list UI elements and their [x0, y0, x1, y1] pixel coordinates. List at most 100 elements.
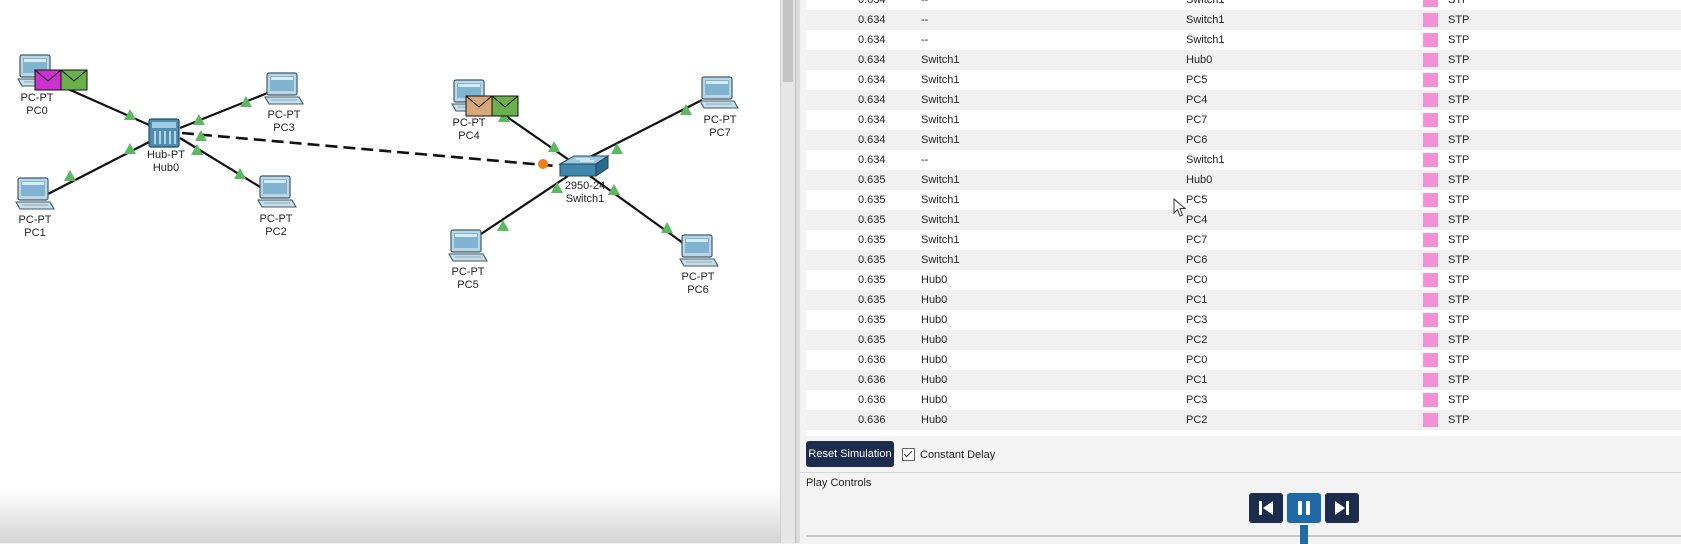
event-row[interactable]: 0.635 Hub0 PC0 STP — [806, 270, 1681, 290]
event-row[interactable]: 0.635 Hub0 PC3 STP — [806, 310, 1681, 330]
event-row[interactable]: 0.635 Hub0 PC1 STP — [806, 290, 1681, 310]
event-row[interactable]: 0.635 Switch1 PC6 STP — [806, 250, 1681, 270]
event-color-swatch[interactable] — [1423, 113, 1438, 127]
event-color-swatch[interactable] — [1423, 213, 1438, 227]
event-row[interactable]: 0.635 Switch1 Hub0 STP — [806, 170, 1681, 190]
event-color-swatch[interactable] — [1423, 133, 1438, 147]
event-time: 0.634 — [858, 74, 886, 86]
event-color-swatch[interactable] — [1423, 33, 1438, 47]
event-row[interactable]: 0.634 -- Switch1 STP — [806, 150, 1681, 170]
event-color-swatch[interactable] — [1423, 53, 1438, 67]
event-at-device: Switch1 — [1186, 154, 1225, 166]
panel-splitter[interactable] — [796, 0, 800, 543]
event-row[interactable]: 0.636 Hub0 PC0 STP — [806, 350, 1681, 370]
event-color-swatch[interactable] — [1423, 393, 1438, 407]
step-back-button[interactable] — [1249, 493, 1283, 523]
event-last-device: Switch1 — [921, 214, 960, 226]
pc5-device[interactable] — [448, 229, 488, 262]
event-last-device: -- — [921, 0, 929, 6]
event-last-device: Hub0 — [921, 274, 948, 286]
event-at-device: PC5 — [1186, 194, 1208, 206]
pc4-envelopes[interactable] — [465, 95, 519, 117]
event-type: STP — [1448, 134, 1470, 146]
event-color-swatch[interactable] — [1423, 233, 1438, 247]
event-at-device: PC1 — [1186, 374, 1208, 386]
step-forward-button[interactable] — [1325, 493, 1359, 523]
hub0-device[interactable] — [148, 118, 180, 148]
event-color-swatch[interactable] — [1423, 0, 1438, 7]
event-row[interactable]: 0.634 Switch1 PC7 STP — [806, 110, 1681, 130]
event-type: STP — [1448, 294, 1470, 306]
event-type: STP — [1448, 414, 1470, 426]
workspace-scrollbar[interactable] — [780, 0, 796, 543]
event-color-swatch[interactable] — [1423, 413, 1438, 427]
event-type: STP — [1448, 374, 1470, 386]
event-list-table[interactable]: 0.634 -- Switch1 STP 0.634 -- Switch1 STP 0.634 -… — [806, 0, 1681, 437]
checkbox-checked-icon[interactable] — [902, 448, 915, 461]
scrollbar-thumb[interactable] — [783, 0, 793, 82]
event-row[interactable]: 0.634 -- Switch1 STP — [806, 0, 1681, 10]
event-row[interactable]: 0.634 Switch1 PC6 STP — [806, 130, 1681, 150]
pause-button[interactable] — [1287, 493, 1321, 523]
event-color-swatch[interactable] — [1423, 273, 1438, 287]
pc4-label: PC-PT PC4 — [452, 117, 486, 142]
event-type: STP — [1448, 214, 1470, 226]
event-type: STP — [1448, 74, 1470, 86]
event-at-device: PC6 — [1186, 134, 1208, 146]
event-row[interactable]: 0.635 Switch1 PC7 STP — [806, 230, 1681, 250]
constant-delay-label: Constant Delay — [920, 448, 996, 461]
event-color-swatch[interactable] — [1423, 373, 1438, 387]
playback-slider[interactable] — [806, 535, 1681, 537]
event-row[interactable]: 0.636 Hub0 PC1 STP — [806, 370, 1681, 390]
pc1-device[interactable] — [15, 177, 55, 210]
event-color-swatch[interactable] — [1423, 253, 1438, 267]
pause-icon — [1298, 501, 1310, 515]
event-last-device: -- — [921, 34, 929, 46]
simulation-toolbar: Reset Simulation Constant Delay — [806, 436, 1681, 472]
event-row[interactable]: 0.636 Hub0 PC3 STP — [806, 390, 1681, 410]
event-last-device: Hub0 — [921, 374, 948, 386]
event-at-device: PC0 — [1186, 354, 1208, 366]
event-row[interactable]: 0.635 Switch1 PC5 STP — [806, 190, 1681, 210]
event-row[interactable]: 0.634 Switch1 Hub0 STP — [806, 50, 1681, 70]
event-row[interactable]: 0.636 Hub0 PC2 STP — [806, 410, 1681, 430]
logical-workspace[interactable]: PC-PT PC0 PC-PT PC1 PC-PT PC2 PC-PT PC3 Hub-… — [0, 0, 780, 543]
event-row[interactable]: 0.634 Switch1 PC5 STP — [806, 70, 1681, 90]
event-color-swatch[interactable] — [1423, 173, 1438, 187]
reset-simulation-button[interactable]: Reset Simulation — [806, 441, 894, 467]
play-controls-panel: Play Controls — [800, 472, 1681, 544]
event-color-swatch[interactable] — [1423, 353, 1438, 367]
pc3-device[interactable] — [264, 72, 304, 105]
constant-delay-checkbox[interactable]: Constant Delay — [902, 448, 995, 461]
event-type: STP — [1448, 194, 1470, 206]
event-color-swatch[interactable] — [1423, 153, 1438, 167]
pc7-device[interactable] — [699, 76, 739, 109]
event-row[interactable]: 0.635 Switch1 PC4 STP — [806, 210, 1681, 230]
event-row[interactable]: 0.634 -- Switch1 STP — [806, 10, 1681, 30]
pc7-label: PC-PT PC7 — [703, 114, 737, 139]
event-color-swatch[interactable] — [1423, 293, 1438, 307]
event-color-swatch[interactable] — [1423, 313, 1438, 327]
playback-slider-thumb[interactable] — [1300, 525, 1308, 544]
event-row[interactable]: 0.634 Switch1 PC4 STP — [806, 90, 1681, 110]
event-at-device: PC1 — [1186, 294, 1208, 306]
pc6-device[interactable] — [679, 234, 719, 267]
event-at-device: PC7 — [1186, 114, 1208, 126]
event-type: STP — [1448, 34, 1470, 46]
event-type: STP — [1448, 354, 1470, 366]
event-last-device: -- — [921, 154, 929, 166]
event-type: STP — [1448, 114, 1470, 126]
event-color-swatch[interactable] — [1423, 93, 1438, 107]
event-color-swatch[interactable] — [1423, 73, 1438, 87]
event-color-swatch[interactable] — [1423, 13, 1438, 27]
event-color-swatch[interactable] — [1423, 193, 1438, 207]
pc0-label: PC-PT PC0 — [20, 92, 54, 117]
pc0-envelopes[interactable] — [34, 69, 88, 91]
event-at-device: Switch1 — [1186, 34, 1225, 46]
event-row[interactable]: 0.635 Hub0 PC2 STP — [806, 330, 1681, 350]
event-color-swatch[interactable] — [1423, 333, 1438, 347]
event-row[interactable]: 0.634 -- Switch1 STP — [806, 30, 1681, 50]
pc2-device[interactable] — [257, 175, 297, 208]
event-at-device: Switch1 — [1186, 14, 1225, 26]
topology-canvas[interactable] — [0, 0, 780, 543]
